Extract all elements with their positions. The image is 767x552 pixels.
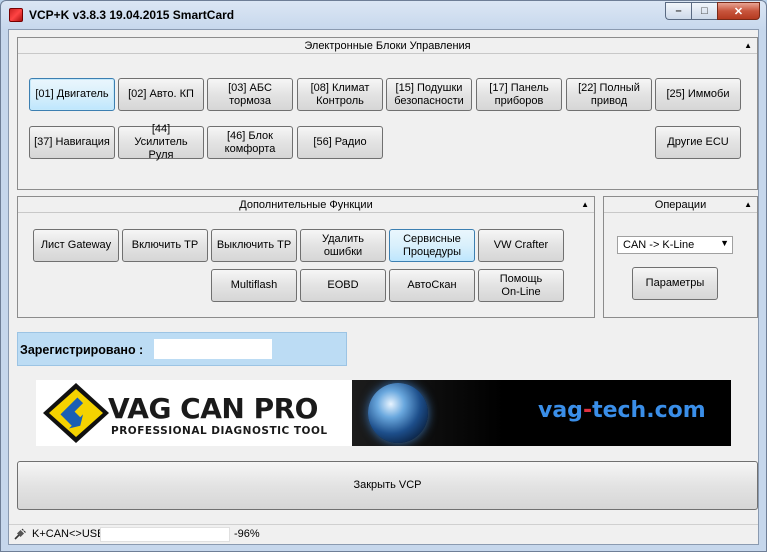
close-vcp-button[interactable]: Закрыть VCP (17, 461, 758, 510)
progress-percent: -96% (234, 528, 260, 540)
registration-field[interactable] (154, 339, 272, 359)
operations-panel-header: Операции ▲ (604, 197, 757, 213)
functions-panel-header: Дополнительные Функции ▲ (18, 197, 594, 213)
disable-transport-mode-button[interactable]: Выключить ТР (211, 229, 297, 262)
maximize-button[interactable]: □ (691, 2, 717, 20)
connection-status: K+CAN<>USB (32, 528, 105, 540)
registration-box: Зарегистрировано : (17, 332, 347, 366)
banner-logo-subtitle: PROFESSIONAL DIAGNOSTIC TOOL (111, 425, 328, 437)
banner-website-area: vag-tech.com (352, 380, 731, 446)
usb-plug-icon (14, 528, 26, 540)
vag-can-pro-banner: VAG CAN PRO PROFESSIONAL DIAGNOSTIC TOOL… (36, 380, 731, 446)
ecu-button-instruments[interactable]: [17] Панель приборов (476, 78, 562, 111)
operations-panel-title: Операции (654, 198, 707, 211)
ecu-button-engine[interactable]: [01] Двигатель (29, 78, 115, 111)
close-window-button[interactable]: ✕ (717, 2, 760, 20)
globe-icon (368, 383, 428, 443)
operations-panel: Операции ▲ CAN -> K-Line ▼ Параметры (603, 196, 758, 318)
vw-crafter-button[interactable]: VW Crafter (478, 229, 564, 262)
status-bar: K+CAN<>USB -96% (9, 524, 758, 544)
client-area: Электронные Блоки Управления ▲ [01] Двиг… (8, 29, 759, 545)
minimize-button[interactable]: – (665, 2, 691, 20)
functions-panel-title: Дополнительные Функции (239, 198, 373, 211)
ecu-button-abs[interactable]: [03] АБС тормоза (207, 78, 293, 111)
ecu-button-comfort[interactable]: [46] Блок комфорта (207, 126, 293, 159)
window-title: VCP+K v3.8.3 19.04.2015 SmartCard (29, 8, 235, 22)
dropdown-arrow-icon[interactable]: ▼ (720, 238, 729, 248)
ecu-button-navigation[interactable]: [37] Навигация (29, 126, 115, 159)
service-procedures-button[interactable]: Сервисные Процедуры (389, 229, 475, 262)
progress-bar (100, 527, 230, 542)
app-window: VCP+K v3.8.3 19.04.2015 SmartCard – □ ✕ … (0, 0, 767, 552)
ecu-button-radio[interactable]: [56] Радио (297, 126, 383, 159)
multiflash-button[interactable]: Multiflash (211, 269, 297, 302)
enable-transport-mode-button[interactable]: Включить ТР (122, 229, 208, 262)
parameters-button[interactable]: Параметры (632, 267, 718, 300)
banner-logo-title: VAG CAN PRO (108, 392, 318, 425)
ecu-button-gearbox[interactable]: [02] Авто. КП (118, 78, 204, 111)
title-bar[interactable]: VCP+K v3.8.3 19.04.2015 SmartCard – □ ✕ (1, 1, 766, 29)
functions-panel: Дополнительные Функции ▲ Лист Gateway Вк… (17, 196, 595, 318)
ecu-button-climate[interactable]: [08] Климат Контроль (297, 78, 383, 111)
website-part-tech: tech.com (592, 398, 706, 423)
collapse-icon[interactable]: ▲ (744, 41, 752, 50)
autoscan-button[interactable]: АвтоСкан (389, 269, 475, 302)
window-controls: – □ ✕ (665, 2, 760, 20)
registration-label: Зарегистрировано : (20, 343, 144, 357)
ecu-panel: Электронные Блоки Управления ▲ [01] Двиг… (17, 37, 758, 190)
eobd-button[interactable]: EOBD (300, 269, 386, 302)
clear-errors-button[interactable]: Удалить ошибки (300, 229, 386, 262)
ecu-button-steering[interactable]: [44] Усилитель Руля (118, 123, 204, 161)
website-part-dash: - (582, 398, 593, 423)
banner-website[interactable]: vag-tech.com (538, 398, 706, 423)
ecu-panel-title: Электронные Блоки Управления (304, 39, 471, 52)
collapse-icon[interactable]: ▲ (581, 200, 589, 209)
collapse-icon[interactable]: ▲ (744, 200, 752, 209)
vag-can-pro-logo-icon (43, 383, 109, 443)
ecu-button-immobilizer[interactable]: [25] Иммоби (655, 78, 741, 111)
other-ecu-button[interactable]: Другие ECU (655, 126, 741, 159)
protocol-select[interactable]: CAN -> K-Line ▼ (617, 236, 733, 254)
gateway-list-button[interactable]: Лист Gateway (33, 229, 119, 262)
ecu-button-airbags[interactable]: [15] Подушки безопасности (386, 78, 472, 111)
app-icon (9, 8, 23, 22)
ecu-panel-header: Электронные Блоки Управления ▲ (18, 38, 757, 54)
online-help-button[interactable]: Помощь On-Line (478, 269, 564, 302)
protocol-select-value: CAN -> K-Line (623, 239, 695, 251)
ecu-button-awd[interactable]: [22] Полный привод (566, 78, 652, 111)
website-part-vag: vag (538, 398, 583, 423)
